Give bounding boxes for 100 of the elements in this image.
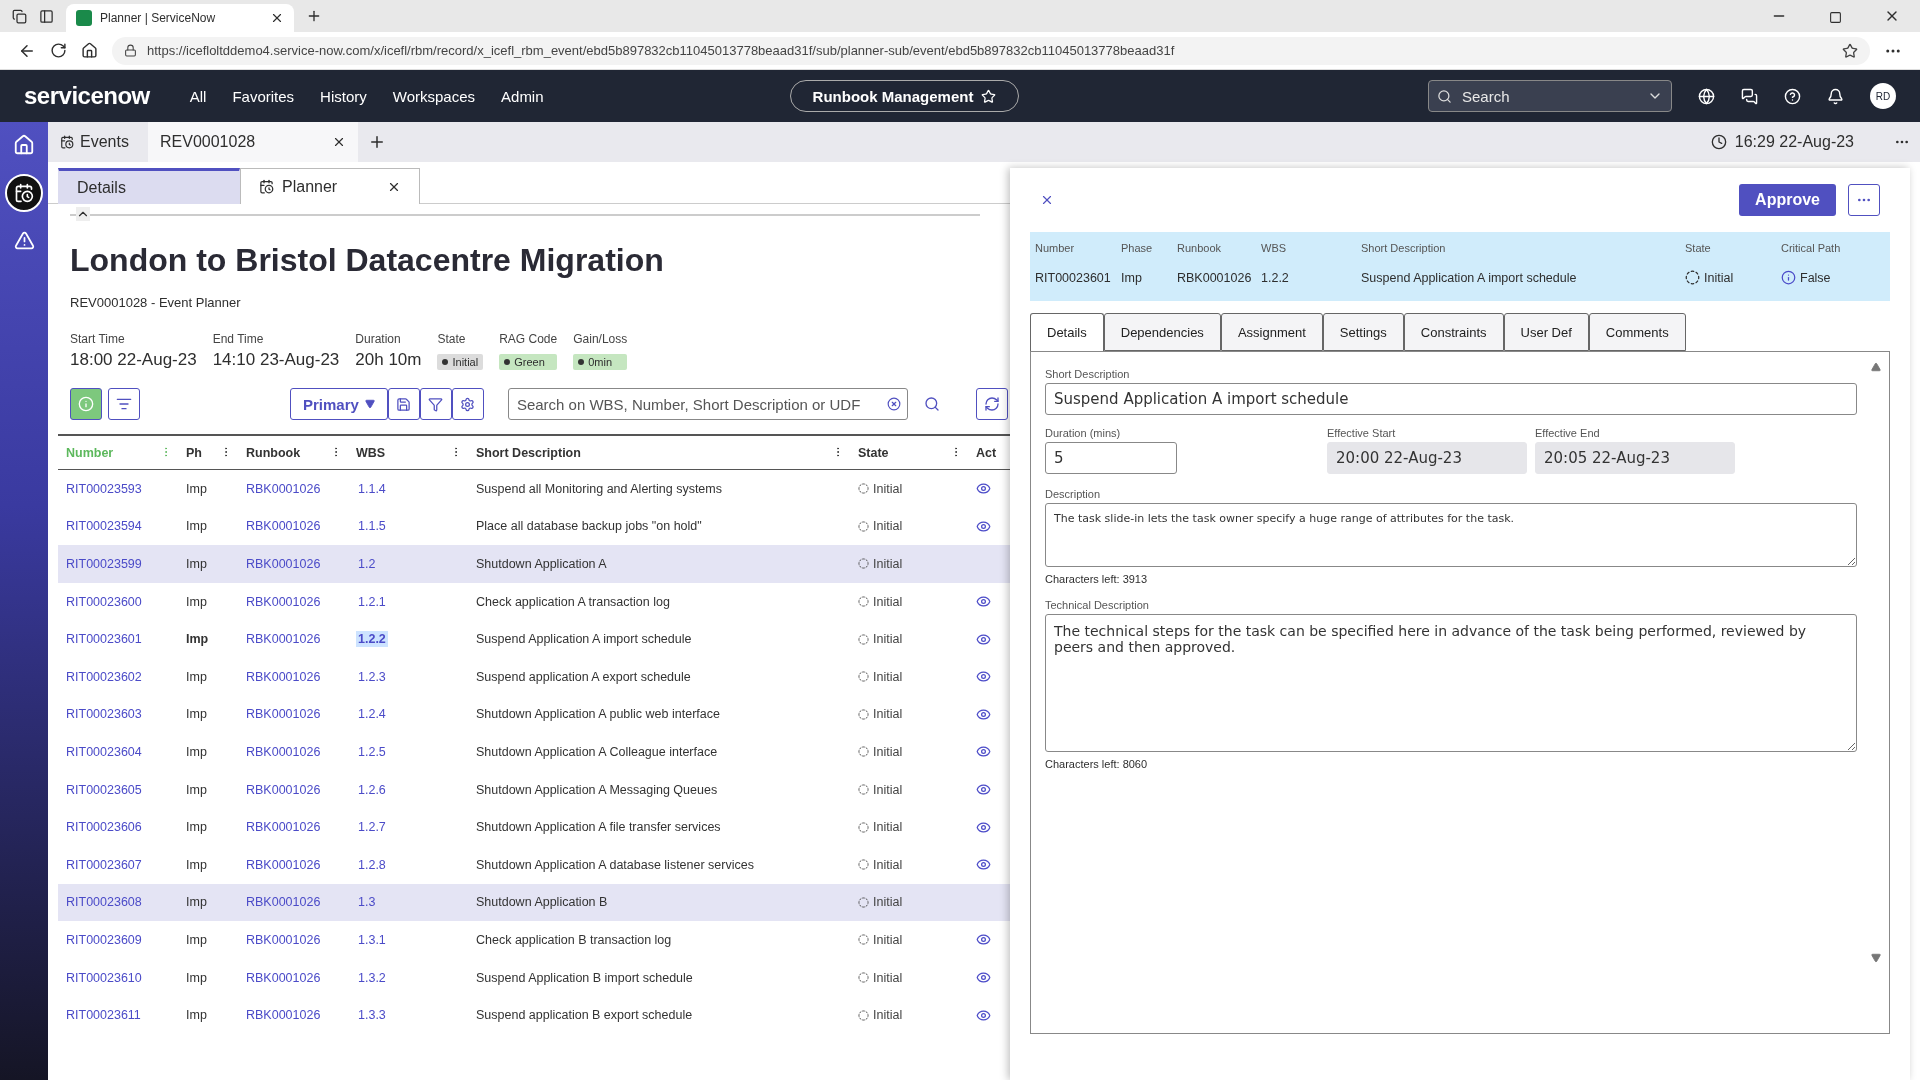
nav-link[interactable]: Workspaces: [392, 87, 476, 105]
list-button[interactable]: [108, 388, 140, 420]
view-icon[interactable]: [976, 518, 991, 534]
runbook-link[interactable]: RBK0001026: [246, 895, 356, 910]
search-input[interactable]: Search: [1460, 86, 1631, 106]
record-tab[interactable]: Details: [58, 168, 240, 204]
column-header[interactable]: Short Description: [476, 445, 581, 460]
search-field[interactable]: Search: [1428, 80, 1672, 112]
calendar-clock-icon[interactable]: [14, 183, 34, 203]
nav-link[interactable]: History: [320, 87, 367, 105]
panel-tab[interactable]: Details: [1030, 313, 1104, 351]
approve-button[interactable]: Approve: [1739, 184, 1836, 216]
view-icon[interactable]: [976, 782, 991, 798]
runbook-link[interactable]: RBK0001026: [246, 707, 356, 722]
view-icon[interactable]: [976, 706, 991, 722]
view-button[interactable]: Primary: [290, 388, 388, 420]
task-link[interactable]: RIT00023609: [66, 932, 186, 947]
browser-tab[interactable]: Planner | ServiceNow: [66, 4, 294, 32]
task-link[interactable]: RIT00023611: [66, 1008, 186, 1023]
view-icon[interactable]: [976, 1007, 991, 1023]
bell-icon[interactable]: [1827, 87, 1844, 105]
warning-icon[interactable]: [13, 230, 35, 251]
runbook-link[interactable]: RBK0001026: [246, 519, 356, 534]
close-icon[interactable]: [332, 135, 346, 149]
runbook-link[interactable]: RBK0001026: [246, 1008, 356, 1023]
description-field[interactable]: The task slide-in lets the task owner specify a huge range of attributes for the task.: [1045, 503, 1857, 567]
task-link[interactable]: RIT00023604: [66, 744, 186, 759]
panel-tab[interactable]: Dependencies: [1103, 313, 1221, 351]
task-link[interactable]: RIT00023602: [66, 669, 186, 684]
view-icon[interactable]: [976, 594, 991, 610]
tab-actions-icon[interactable]: [12, 9, 27, 24]
runbook-link[interactable]: RBK0001026: [246, 932, 356, 947]
record-tab[interactable]: Planner: [240, 168, 420, 204]
chat-icon[interactable]: [1741, 87, 1758, 105]
effective-end-field[interactable]: 20:05 22-Aug-23: [1535, 442, 1735, 474]
task-link[interactable]: RIT00023593: [66, 481, 186, 496]
view-icon[interactable]: [976, 932, 991, 948]
collapse-icon[interactable]: [76, 207, 90, 221]
close-icon[interactable]: [270, 11, 284, 25]
vertical-tabs-icon[interactable]: [39, 9, 54, 24]
view-icon[interactable]: [976, 669, 991, 685]
workspace-tab[interactable]: REV0001028: [148, 122, 358, 162]
runbook-link[interactable]: RBK0001026: [246, 970, 356, 985]
short-description-field[interactable]: Suspend Application A import schedule: [1045, 383, 1857, 415]
panel-tab[interactable]: Constraints: [1403, 313, 1504, 351]
task-link[interactable]: RIT00023610: [66, 970, 186, 985]
task-link[interactable]: RIT00023608: [66, 895, 186, 910]
runbook-link[interactable]: RBK0001026: [246, 557, 356, 571]
nav-link[interactable]: Admin: [501, 87, 544, 105]
task-link[interactable]: RIT00023594: [66, 519, 186, 534]
new-tab-icon[interactable]: [306, 8, 322, 24]
runbook-link[interactable]: RBK0001026: [246, 857, 356, 872]
panel-tab[interactable]: Comments: [1588, 313, 1686, 351]
filter-button[interactable]: [419, 388, 452, 420]
runbook-link[interactable]: RBK0001026: [246, 594, 356, 609]
workspace-tab[interactable]: Events: [48, 122, 148, 162]
user-avatar[interactable]: RD: [1870, 83, 1896, 109]
more-button[interactable]: [1848, 184, 1880, 216]
task-link[interactable]: RIT00023600: [66, 594, 186, 609]
view-icon[interactable]: [976, 744, 991, 760]
column-header[interactable]: State: [858, 445, 889, 460]
scroll-up-icon[interactable]: [1871, 362, 1881, 372]
refresh-button[interactable]: [975, 388, 1008, 420]
column-header[interactable]: WBS: [356, 445, 386, 460]
save-button[interactable]: [387, 388, 420, 420]
nav-link[interactable]: Favorites: [232, 87, 295, 105]
runbook-link[interactable]: RBK0001026: [246, 669, 356, 684]
reload-icon[interactable]: [50, 42, 67, 59]
search-field[interactable]: Search on WBS, Number, Short Description or UDF: [507, 388, 908, 420]
add-tab-icon[interactable]: [368, 133, 386, 151]
view-icon[interactable]: [976, 481, 991, 497]
home-icon[interactable]: [81, 42, 98, 59]
runbook-link[interactable]: RBK0001026: [246, 820, 356, 835]
column-header[interactable]: Ph: [186, 445, 202, 460]
runbook-link[interactable]: RBK0001026: [246, 632, 356, 647]
scroll-down-icon[interactable]: [1871, 953, 1881, 963]
view-icon[interactable]: [976, 819, 991, 835]
runbook-link[interactable]: RBK0001026: [246, 481, 356, 496]
column-header[interactable]: Act: [976, 445, 997, 460]
info-button[interactable]: [70, 388, 102, 420]
runbook-link[interactable]: RBK0001026: [246, 782, 356, 797]
clear-icon[interactable]: [886, 397, 901, 411]
task-link[interactable]: RIT00023605: [66, 782, 186, 797]
task-link[interactable]: RIT00023603: [66, 707, 186, 722]
maximize-icon[interactable]: [1829, 11, 1842, 24]
help-icon[interactable]: [1784, 87, 1801, 105]
search-icon[interactable]: [923, 396, 940, 412]
panel-tab[interactable]: User Def: [1503, 313, 1589, 351]
task-link[interactable]: RIT00023606: [66, 820, 186, 835]
favorite-icon[interactable]: [1842, 42, 1858, 59]
task-link[interactable]: RIT00023607: [66, 857, 186, 872]
nav-link[interactable]: All: [189, 87, 207, 105]
task-link[interactable]: RIT00023599: [66, 557, 186, 571]
close-icon[interactable]: [1040, 193, 1054, 207]
panel-tab[interactable]: Settings: [1322, 313, 1404, 351]
technical-description-field[interactable]: The technical steps for the task can be specified here in advance of the task being performed, reviewed by peers and then approved.: [1045, 614, 1857, 752]
address-bar[interactable]: https://icefloltddemo4.service-now.com/x/icefl/rbm/record/x_icefl_rbm_event/ebd5b897832cb11045013778beaad31f/sub/planner-sub/event/ebd5b897832cb11045013778beaad31f: [112, 36, 1870, 65]
column-header[interactable]: Runbook: [246, 445, 301, 460]
globe-icon[interactable]: [1698, 87, 1715, 105]
runbook-link[interactable]: RBK0001026: [246, 744, 356, 759]
